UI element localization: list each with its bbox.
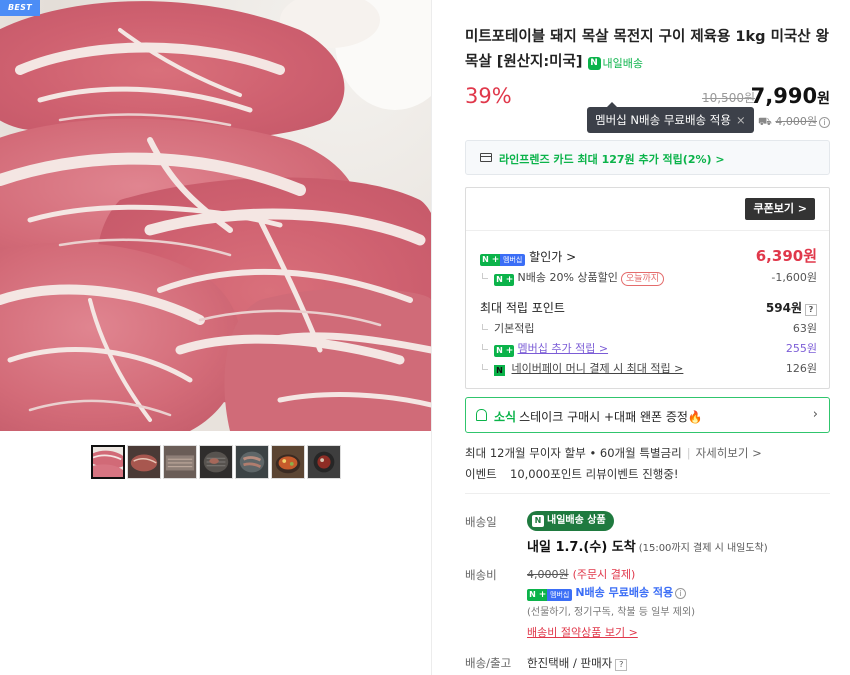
discount-price-value: 6,390원 [755,247,817,265]
naver-plus-membership-badge: N + 멤버십 [527,589,573,601]
news-event-text: 소식 스테이크 구매시 +대패 왠폰 증정🔥 [494,408,703,425]
nextday-icon: N [587,57,601,70]
points-help-icon[interactable]: ? [805,304,817,316]
column-divider [431,0,432,675]
thumbnail-2[interactable] [127,445,161,479]
best-badge: BEST [0,0,40,16]
product-main-image[interactable]: BEST [0,0,431,431]
npay-points-row: N 네이버페이 머니 결제 시 최대 적립 > 126원 [480,360,817,376]
thumbnail-4[interactable] [199,445,233,479]
news-tag: 소식 [494,410,517,424]
pork-neck-photo [0,0,431,431]
n-delivery-discount-row: N + N배송 20% 상품할인 오늘까지 -1,600원 [480,269,817,286]
max-points-label: 최대 적립 포인트 [480,301,565,315]
thumbnail-5[interactable] [235,445,269,479]
shipping-fee-note: (주문시 결제) [572,568,636,581]
thumbnail-7[interactable] [307,445,341,479]
basic-points-value: 63원 [792,322,817,335]
nextday-label: 내일배송 [602,57,644,70]
today-only-tag: 오늘까지 [620,272,665,286]
coupon-view-button[interactable]: 쿠폰보기 > [745,198,815,220]
shipping-exclusion-note: (선물하기, 정기구독, 착불 등 일부 제외) [527,607,696,618]
bell-icon [476,409,487,421]
max-points-amount: 594원 [765,301,802,315]
product-title-text: 미트포테이블 돼지 목살 목전지 구이 제육용 1kg 미국산 왕목살 [원산지… [465,29,829,70]
basic-points-label: 기본적립 [494,322,535,335]
nextday-product-pill: N 내일배송 상품 [527,511,614,531]
naver-plus-badge: N + [494,345,514,357]
membership-points-value: 255원 [785,342,817,355]
sale-price-value: 7,990 [750,84,818,108]
discount-rate: 39% [465,84,512,108]
max-points-value: 594원? [766,299,817,316]
shipping-fee-original-value: 4,000원 [527,568,569,581]
shipping-saving-link[interactable]: 배송비 절약상품 보기 > [527,624,638,640]
sale-price-currency: 원 [817,91,830,107]
delivery-date-label: 배송일 [465,515,497,529]
membership-points-row: N + 멤버십 추가 적립 > 255원 [480,340,817,357]
nextday-pill-icon: N [532,515,544,527]
installment-text: 최대 12개월 무이자 할부 • 60개월 특별금리 [465,446,682,460]
membership-points-link[interactable]: 멤버십 추가 적립 > [518,342,609,355]
n-delivery-discount-label: N배송 20% 상품할인 [517,271,618,284]
section-divider [465,493,830,494]
max-points-row: 최대 적립 포인트 594원? [480,299,817,316]
product-title: 미트포테이블 돼지 목살 목전지 구이 제육용 1kg 미국산 왕목살 [원산지… [465,25,830,76]
chevron-right-icon: › [812,407,818,422]
shipping-fee-label: 배송비 [465,568,497,582]
original-price: 10,500원 [701,91,755,105]
thumbnail-3[interactable] [163,445,197,479]
card-benefit-text: 라인프렌즈 카드 최대 127원 추가 적립(2%) > [499,153,725,166]
carrier-value: 한진택배 / 판매자 [527,656,613,670]
truck-icon: ⛟ [758,115,772,128]
arrival-note: (15:00까지 결제 시 내일도착) [638,543,768,554]
coupon-benefit-box: 쿠폰보기 > N + 멤버십 할인가 > 6,390원 N + N배송 20% 상품할… [465,187,830,389]
n-delivery-discount-value: -1,600원 [771,271,817,284]
product-gallery: BEST [0,0,431,675]
tooltip-text: 멤버십 N배송 무료배송 적용 [595,113,731,127]
shipping-fee-original: 4,000원 (주문시 결제) [527,566,635,582]
card-benefit-box[interactable]: 라인프렌즈 카드 최대 127원 추가 적립(2%) > [465,140,830,175]
info-icon[interactable]: i [675,588,687,599]
carrier-label: 배송/출고 [465,656,512,670]
coupon-box-divider [466,230,829,231]
thumbnail-6[interactable] [271,445,305,479]
membership-free-shipping-tooltip: 멤버십 N배송 무료배송 적용 × [587,102,754,133]
thumbnail-strip [91,445,341,479]
shipping-fee-mini: ⛟ 4,000원 i [758,113,830,130]
nextday-pill-label: 내일배송 상품 [547,515,606,526]
npay-points-value: 126원 [785,362,817,375]
installment-detail-link[interactable]: 자세히보기 > [696,446,762,460]
nextday-delivery-tag: N 내일배송 [587,51,644,76]
carrier-info: 한진택배 / 판매자? [527,655,628,671]
member-free-shipping-text: N배송 무료배송 적용 [575,586,674,599]
naver-plus-membership-badge: N + 멤버십 [480,254,526,266]
event-line: 이벤트 10,000포인트 리뷰이벤트 진행중! [465,466,679,482]
discount-price-label: 할인가 > [529,250,577,264]
thumbnail-1[interactable] [91,445,125,479]
carrier-help-icon[interactable]: ? [615,659,628,671]
tooltip-close-icon[interactable]: × [736,113,746,127]
installment-line: 최대 12개월 무이자 할부 • 60개월 특별금리 | 자세히보기 > [465,446,762,460]
arrival-date: 내일 1.7.(수) 도착 [527,540,636,555]
naver-plus-badge: N + [494,274,514,286]
news-event-bar[interactable]: 소식 스테이크 구매시 +대패 왠폰 증정🔥 › [465,397,830,433]
basic-points-row: 기본적립 63원 [480,320,817,336]
member-discount-row[interactable]: N + 멤버십 할인가 > 6,390원 [480,247,817,266]
shipping-fee-mini-value: 4,000원 [775,115,817,128]
info-icon[interactable]: i [819,117,830,128]
news-text: 스테이크 구매시 +대패 왠폰 증정🔥 [519,410,703,424]
shipping-fee-member: N + 멤버십 N배송 무료배송 적용 i [527,584,687,601]
naver-pay-icon: N [494,365,505,376]
sale-price: 7,990원 [751,84,830,108]
event-label: 이벤트 [465,467,497,481]
npay-points-link[interactable]: 네이버페이 머니 결제 시 최대 적립 > [512,362,684,375]
arrival-info: 내일 1.7.(수) 도착 (15:00까지 결제 시 내일도착) [527,536,768,555]
credit-card-icon [480,153,492,162]
event-text: 10,000포인트 리뷰이벤트 진행중! [510,467,679,481]
